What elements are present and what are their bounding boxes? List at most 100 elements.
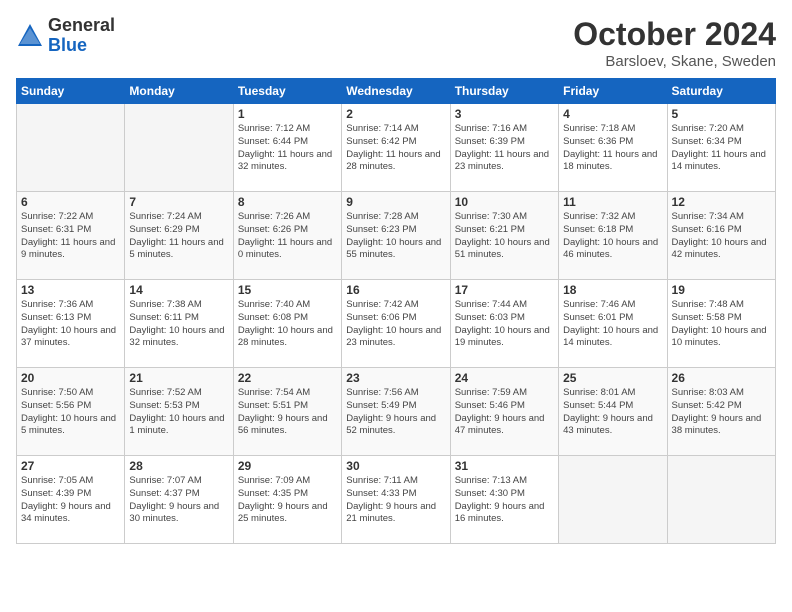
- day-cell: 25 Sunrise: 8:01 AMSunset: 5:44 PMDayligh…: [559, 368, 667, 456]
- day-info: Sunrise: 7:12 AMSunset: 6:44 PMDaylight:…: [238, 123, 337, 174]
- day-number: 4: [563, 107, 662, 121]
- day-cell: 21Sunrise: 7:52 AMSunset: 5:53 PMDayligh…: [125, 368, 233, 456]
- logo-icon: [16, 22, 44, 50]
- day-info: Sunrise: 7:07 AMSunset: 4:37 PMDaylight:…: [129, 475, 228, 526]
- calendar-table: SundayMondayTuesdayWednesdayThursdayFrid…: [16, 78, 776, 544]
- day-cell: 9 Sunrise: 7:28 AMSunset: 6:23 PMDaylight…: [342, 192, 450, 280]
- day-cell: 20Sunrise: 7:50 AMSunset: 5:56 PMDayligh…: [17, 368, 125, 456]
- day-info: Sunrise: 7:05 AMSunset: 4:39 PMDaylight:…: [21, 475, 120, 526]
- day-cell: 24 Sunrise: 7:59 AMSunset: 5:46 PMDayligh…: [450, 368, 558, 456]
- location: Barsloev, Skane, Sweden: [573, 53, 776, 70]
- day-info: Sunrise: 7:54 AMSunset: 5:51 PMDaylight:…: [238, 387, 337, 438]
- day-cell: 29 Sunrise: 7:09 AMSunset: 4:35 PMDayligh…: [233, 456, 341, 544]
- day-info: Sunrise: 7:13 AMSunset: 4:30 PMDaylight:…: [455, 475, 554, 526]
- day-info: Sunrise: 7:11 AMSunset: 4:33 PMDaylight:…: [346, 475, 445, 526]
- day-info: Sunrise: 8:01 AMSunset: 5:44 PMDaylight:…: [563, 387, 662, 438]
- day-info: Sunrise: 7:42 AMSunset: 6:06 PMDaylight:…: [346, 299, 445, 350]
- day-info: Sunrise: 7:40 AMSunset: 6:08 PMDaylight:…: [238, 299, 337, 350]
- week-row-4: 20Sunrise: 7:50 AMSunset: 5:56 PMDayligh…: [17, 368, 776, 456]
- week-row-2: 6 Sunrise: 7:22 AMSunset: 6:31 PMDaylight…: [17, 192, 776, 280]
- day-cell: 28 Sunrise: 7:07 AMSunset: 4:37 PMDayligh…: [125, 456, 233, 544]
- day-cell: [667, 456, 775, 544]
- day-cell: 23 Sunrise: 7:56 AMSunset: 5:49 PMDayligh…: [342, 368, 450, 456]
- day-number: 6: [21, 195, 120, 209]
- day-number: 12: [672, 195, 771, 209]
- title-block: October 2024 Barsloev, Skane, Sweden: [573, 16, 776, 70]
- day-number: 22: [238, 371, 337, 385]
- day-info: Sunrise: 7:20 AMSunset: 6:34 PMDaylight:…: [672, 123, 771, 174]
- day-number: 31: [455, 459, 554, 473]
- day-cell: 17 Sunrise: 7:44 AMSunset: 6:03 PMDayligh…: [450, 280, 558, 368]
- day-cell: 4 Sunrise: 7:18 AMSunset: 6:36 PMDaylight…: [559, 104, 667, 192]
- day-cell: 16 Sunrise: 7:42 AMSunset: 6:06 PMDayligh…: [342, 280, 450, 368]
- weekday-header-saturday: Saturday: [667, 79, 775, 104]
- day-number: 3: [455, 107, 554, 121]
- day-number: 25: [563, 371, 662, 385]
- day-number: 28: [129, 459, 228, 473]
- day-info: Sunrise: 7:22 AMSunset: 6:31 PMDaylight:…: [21, 211, 120, 262]
- day-info: Sunrise: 7:30 AMSunset: 6:21 PMDaylight:…: [455, 211, 554, 262]
- day-number: 7: [129, 195, 228, 209]
- day-info: Sunrise: 7:59 AMSunset: 5:46 PMDaylight:…: [455, 387, 554, 438]
- weekday-header-row: SundayMondayTuesdayWednesdayThursdayFrid…: [17, 79, 776, 104]
- week-row-3: 13Sunrise: 7:36 AMSunset: 6:13 PMDayligh…: [17, 280, 776, 368]
- day-info: Sunrise: 7:50 AMSunset: 5:56 PMDaylight:…: [21, 387, 120, 438]
- day-cell: [559, 456, 667, 544]
- day-cell: 15 Sunrise: 7:40 AMSunset: 6:08 PMDayligh…: [233, 280, 341, 368]
- day-cell: 6 Sunrise: 7:22 AMSunset: 6:31 PMDaylight…: [17, 192, 125, 280]
- day-cell: 30 Sunrise: 7:11 AMSunset: 4:33 PMDayligh…: [342, 456, 450, 544]
- day-number: 18: [563, 283, 662, 297]
- day-number: 26: [672, 371, 771, 385]
- day-info: Sunrise: 7:38 AMSunset: 6:11 PMDaylight:…: [129, 299, 228, 350]
- day-number: 10: [455, 195, 554, 209]
- day-number: 17: [455, 283, 554, 297]
- day-number: 24: [455, 371, 554, 385]
- logo-text: General Blue: [48, 16, 115, 56]
- day-number: 30: [346, 459, 445, 473]
- day-number: 27: [21, 459, 120, 473]
- weekday-header-sunday: Sunday: [17, 79, 125, 104]
- day-number: 8: [238, 195, 337, 209]
- day-info: Sunrise: 7:16 AMSunset: 6:39 PMDaylight:…: [455, 123, 554, 174]
- day-number: 1: [238, 107, 337, 121]
- day-cell: 27 Sunrise: 7:05 AMSunset: 4:39 PMDayligh…: [17, 456, 125, 544]
- weekday-header-monday: Monday: [125, 79, 233, 104]
- day-cell: [17, 104, 125, 192]
- day-number: 5: [672, 107, 771, 121]
- day-cell: 11Sunrise: 7:32 AMSunset: 6:18 PMDayligh…: [559, 192, 667, 280]
- day-cell: [125, 104, 233, 192]
- day-info: Sunrise: 7:52 AMSunset: 5:53 PMDaylight:…: [129, 387, 228, 438]
- day-info: Sunrise: 7:56 AMSunset: 5:49 PMDaylight:…: [346, 387, 445, 438]
- day-cell: 22 Sunrise: 7:54 AMSunset: 5:51 PMDayligh…: [233, 368, 341, 456]
- day-number: 15: [238, 283, 337, 297]
- week-row-5: 27 Sunrise: 7:05 AMSunset: 4:39 PMDayligh…: [17, 456, 776, 544]
- day-info: Sunrise: 7:09 AMSunset: 4:35 PMDaylight:…: [238, 475, 337, 526]
- day-number: 16: [346, 283, 445, 297]
- day-cell: 1 Sunrise: 7:12 AMSunset: 6:44 PMDaylight…: [233, 104, 341, 192]
- day-info: Sunrise: 7:26 AMSunset: 6:26 PMDaylight:…: [238, 211, 337, 262]
- day-info: Sunrise: 7:18 AMSunset: 6:36 PMDaylight:…: [563, 123, 662, 174]
- week-row-1: 1 Sunrise: 7:12 AMSunset: 6:44 PMDaylight…: [17, 104, 776, 192]
- day-cell: 18Sunrise: 7:46 AMSunset: 6:01 PMDayligh…: [559, 280, 667, 368]
- day-number: 9: [346, 195, 445, 209]
- weekday-header-friday: Friday: [559, 79, 667, 104]
- day-cell: 3 Sunrise: 7:16 AMSunset: 6:39 PMDaylight…: [450, 104, 558, 192]
- day-cell: 7Sunrise: 7:24 AMSunset: 6:29 PMDaylight…: [125, 192, 233, 280]
- day-number: 14: [129, 283, 228, 297]
- logo-blue: Blue: [48, 35, 87, 55]
- day-info: Sunrise: 7:34 AMSunset: 6:16 PMDaylight:…: [672, 211, 771, 262]
- logo-general: General: [48, 15, 115, 35]
- day-cell: 12 Sunrise: 7:34 AMSunset: 6:16 PMDayligh…: [667, 192, 775, 280]
- day-info: Sunrise: 7:44 AMSunset: 6:03 PMDaylight:…: [455, 299, 554, 350]
- day-cell: 31 Sunrise: 7:13 AMSunset: 4:30 PMDayligh…: [450, 456, 558, 544]
- day-number: 29: [238, 459, 337, 473]
- day-info: Sunrise: 8:03 AMSunset: 5:42 PMDaylight:…: [672, 387, 771, 438]
- day-number: 23: [346, 371, 445, 385]
- day-cell: 19Sunrise: 7:48 AMSunset: 5:58 PMDayligh…: [667, 280, 775, 368]
- day-number: 19: [672, 283, 771, 297]
- day-number: 11: [563, 195, 662, 209]
- month-title: October 2024: [573, 16, 776, 53]
- day-info: Sunrise: 7:28 AMSunset: 6:23 PMDaylight:…: [346, 211, 445, 262]
- day-cell: 13Sunrise: 7:36 AMSunset: 6:13 PMDayligh…: [17, 280, 125, 368]
- weekday-header-wednesday: Wednesday: [342, 79, 450, 104]
